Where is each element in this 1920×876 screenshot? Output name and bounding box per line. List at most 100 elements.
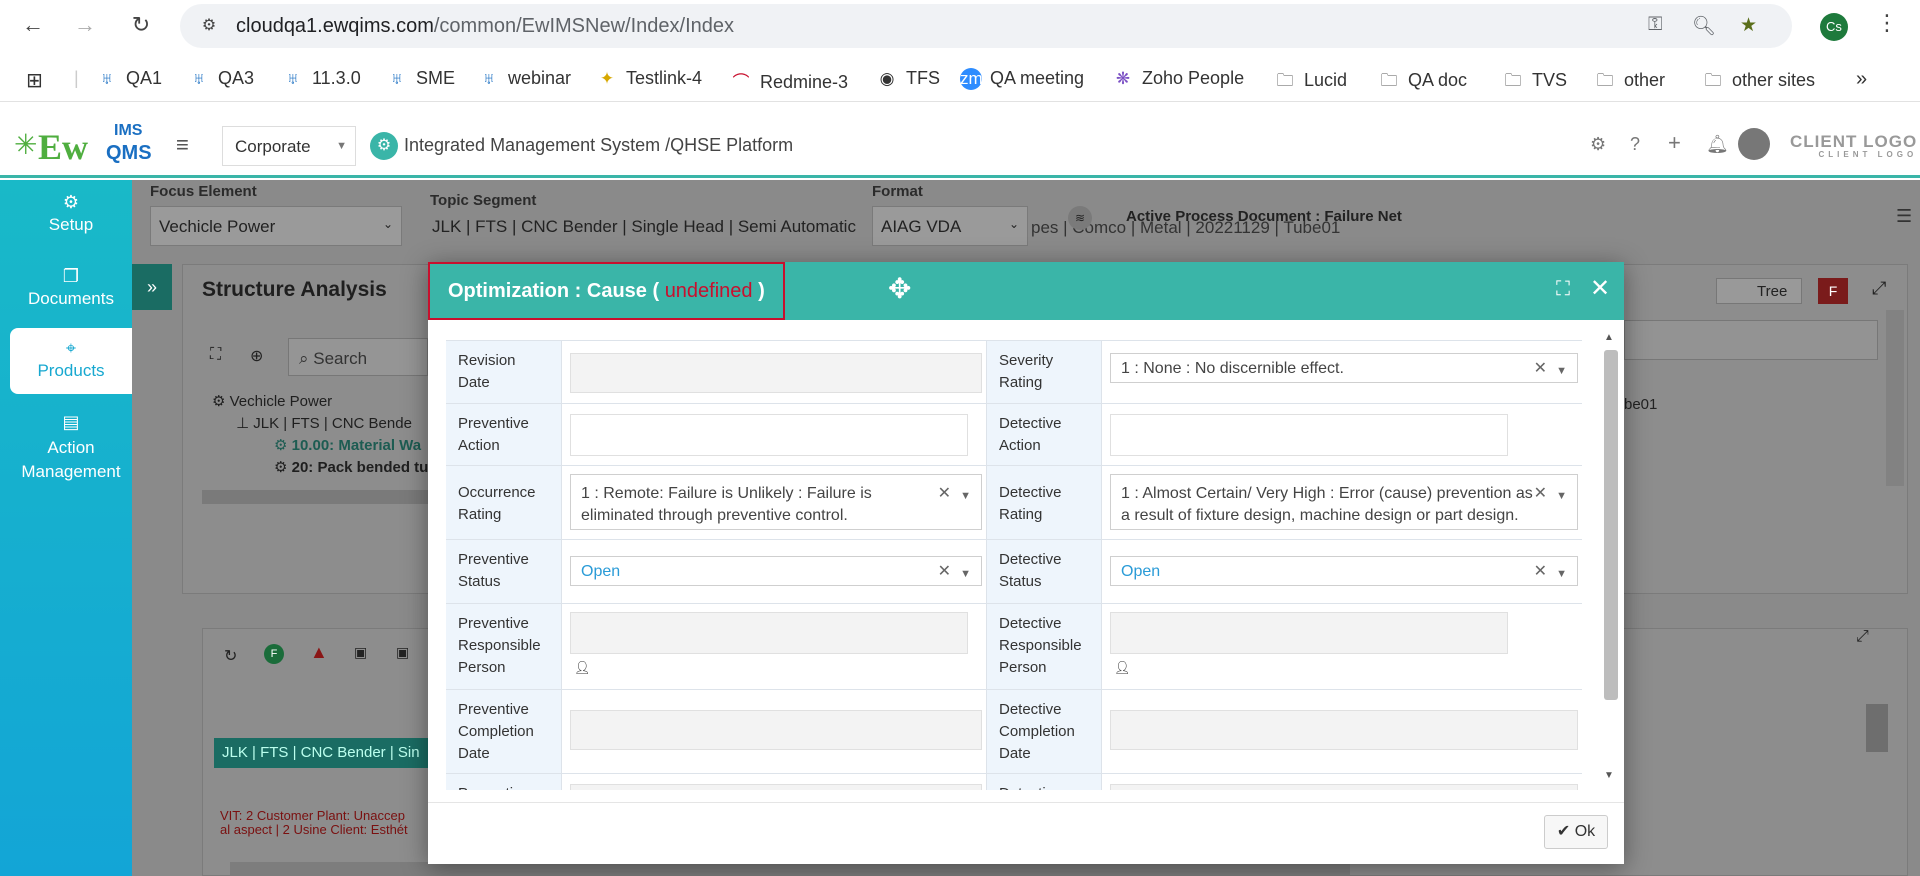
detective-rating-select[interactable]: 1 : Almost Certain/ Very High : Error (c… — [1110, 474, 1578, 530]
collapse-all-icon[interactable]: ⊕ — [250, 346, 263, 366]
refresh-icon[interactable]: ↻ — [224, 646, 237, 666]
bookmark-qa3[interactable]: ♅ QA3 — [188, 68, 254, 89]
bookmark-qa-meeting[interactable]: zm QA meeting — [960, 68, 1084, 90]
preventive-status-select[interactable]: Open ✕ ▼ — [570, 556, 982, 586]
focus-element-select[interactable]: Vechicle Power ⌄ — [150, 206, 402, 246]
bookmark-zoho[interactable]: ❋ Zoho People — [1112, 68, 1244, 89]
plus-icon[interactable]: + — [1668, 130, 1681, 156]
expand-all-icon[interactable]: ⛶ — [210, 346, 221, 364]
tree-toggle[interactable]: Tree — [1716, 278, 1802, 304]
bookmark-webinar[interactable]: ♅ webinar — [478, 68, 571, 89]
detective-action-input[interactable] — [1110, 414, 1508, 456]
detective-completion-input[interactable] — [1110, 710, 1578, 750]
more-bookmarks-icon[interactable]: » — [1856, 68, 1867, 91]
apps-grid-icon[interactable]: ⊞ — [26, 68, 43, 93]
star-icon[interactable]: ★ — [1740, 14, 1757, 37]
topic-segment-value[interactable]: JLK | FTS | CNC Bender | Single Head | S… — [432, 217, 856, 237]
bookmark-redmine[interactable]: ⌒ Redmine-3 — [730, 68, 849, 93]
client-logo-sub: CLIENT LOGO — [1818, 150, 1918, 159]
sidebar-item-products[interactable]: ⌖ Products — [10, 328, 132, 394]
clear-icon[interactable]: ✕ — [938, 483, 951, 505]
clear-icon[interactable]: ✕ — [938, 561, 951, 583]
maximize-icon[interactable]: ⛶ — [1556, 278, 1570, 301]
back-icon[interactable]: ← — [18, 10, 48, 40]
close-icon[interactable]: ✕ — [1590, 274, 1610, 303]
bell-icon[interactable]: 🔔︎ — [1706, 134, 1729, 155]
clear-icon[interactable]: ✕ — [1534, 358, 1547, 380]
hamburger-icon[interactable]: ≡ — [176, 132, 189, 158]
modal-header[interactable]: Optimization : Cause ( undefined ) ✥ ⛶ ✕ — [428, 262, 1624, 320]
preventive-next-input[interactable] — [570, 784, 982, 790]
detective-status-select[interactable]: Open ✕ ▼ — [1110, 556, 1578, 586]
revision-date-input[interactable] — [570, 353, 982, 393]
preventive-completion-input[interactable] — [570, 710, 982, 750]
move-icon[interactable]: ✥ — [888, 272, 911, 305]
scroll-up-icon[interactable]: ▲ — [1604, 332, 1614, 343]
key-icon[interactable]: ⚿ — [1648, 14, 1662, 36]
user-avatar[interactable] — [1738, 128, 1770, 160]
url-domain: cloudqa1.ewqims.com — [236, 15, 434, 37]
horizontal-scrollbar[interactable] — [202, 490, 442, 504]
format-select[interactable]: AIAG VDA ⌄ — [872, 206, 1028, 246]
bookmark-qa-doc[interactable]: 🗀 QA doc — [1378, 68, 1468, 97]
occurrence-rating-select[interactable]: 1 : Remote: Failure is Unlikely : Failur… — [570, 474, 982, 530]
bookmark-testlink[interactable]: ✦ Testlink-4 — [596, 68, 702, 89]
corporate-select[interactable]: Corporate ▼ — [222, 126, 356, 166]
sidebar-item-setup[interactable]: ⚙ Setup — [10, 188, 132, 248]
bookmark-other[interactable]: 🗀 other — [1594, 68, 1666, 97]
bookmark-tvs[interactable]: 🗀 TVS — [1502, 68, 1568, 97]
detective-responsible-input[interactable] — [1110, 612, 1508, 654]
clear-icon[interactable]: ✕ — [1534, 483, 1547, 505]
layers-icon[interactable]: ≋ — [1068, 206, 1092, 230]
profile-avatar[interactable]: Cs — [1820, 13, 1848, 41]
tree-node[interactable]: ⚙ Vechicle Power — [212, 392, 332, 410]
zoom-icon[interactable]: 🔍︎ — [1692, 14, 1716, 38]
failure-net-node[interactable]: JLK | FTS | CNC Bender | Sin — [214, 738, 434, 768]
gear-icon[interactable]: ⚙ — [1590, 134, 1606, 155]
bookmark-1130[interactable]: ♅ 11.3.0 — [282, 68, 361, 89]
clear-icon[interactable]: ✕ — [1534, 561, 1547, 583]
severity-rating-label: Severity Rating — [986, 341, 1102, 403]
expand-panel-icon[interactable]: » — [132, 264, 172, 310]
severity-rating-select[interactable]: 1 : None : No discernible effect. ✕ ▼ — [1110, 353, 1578, 383]
url-text[interactable]: cloudqa1.ewqims.com/common/EwIMSNew/Inde… — [236, 15, 734, 38]
tree-node[interactable]: ⊥ JLK | FTS | CNC Bende — [236, 414, 412, 432]
preventive-responsible-input[interactable] — [570, 612, 968, 654]
tree-node[interactable]: ⚙ 20: Pack bended tu — [274, 458, 428, 476]
lower-horizontal-scrollbar[interactable] — [230, 862, 1350, 876]
png-export-icon[interactable]: ▣ — [396, 644, 409, 661]
sidebar-item-action-management[interactable]: ▤ Action Management — [10, 406, 132, 486]
sidebar-item-documents[interactable]: ❐ Documents — [10, 262, 132, 322]
preventive-action-input[interactable] — [570, 414, 968, 456]
modal-scrollbar[interactable]: ▲ ▼ — [1600, 330, 1620, 802]
svg-export-icon[interactable]: ▣ — [354, 644, 367, 661]
ok-button[interactable]: ✔ Ok — [1544, 815, 1608, 849]
person-search-icon[interactable]: 👤︎ — [1114, 660, 1131, 676]
scroll-thumb[interactable] — [1604, 350, 1618, 700]
person-search-icon[interactable]: 👤︎ — [574, 660, 591, 676]
detective-next-input[interactable] — [1110, 784, 1578, 790]
chevron-down-icon: ⌄ — [382, 217, 393, 231]
address-bar[interactable]: ⚙ cloudqa1.ewqims.com/common/EwIMSNew/In… — [180, 4, 1792, 48]
scroll-down-icon[interactable]: ▼ — [1604, 770, 1614, 781]
forward-icon[interactable]: → — [70, 10, 100, 40]
reload-icon[interactable]: ↻ — [126, 10, 156, 40]
f-circle-icon[interactable]: F — [264, 644, 284, 664]
search-input[interactable]: ⌕ Search — [288, 338, 428, 376]
failure-badge[interactable]: F — [1818, 278, 1848, 304]
fullscreen-icon[interactable]: ⤢ — [1856, 628, 1869, 646]
site-info-icon[interactable]: ⚙ — [198, 16, 220, 38]
bookmark-sme[interactable]: ♅ SME — [386, 68, 455, 89]
bookmark-qa1[interactable]: ♅ QA1 — [96, 68, 162, 89]
warning-f-icon[interactable]: ▲ — [310, 642, 328, 663]
bookmark-tfs[interactable]: ◉ TFS — [876, 68, 940, 89]
sliders-icon[interactable]: ☰ — [1896, 206, 1912, 227]
right-scrollbar[interactable] — [1886, 310, 1904, 486]
bookmark-lucid[interactable]: 🗀 Lucid — [1274, 68, 1348, 97]
bookmark-other-sites[interactable]: 🗀 other sites — [1702, 68, 1816, 97]
tree-node-selected[interactable]: ⚙ 10.00: Material Wa — [274, 436, 421, 454]
help-icon[interactable]: ? — [1630, 134, 1640, 155]
lower-scrollbar-thumb[interactable] — [1866, 704, 1888, 752]
fullscreen-icon[interactable]: ⤢ — [1872, 278, 1886, 299]
menu-kebab-icon[interactable]: ⋮ — [1876, 10, 1898, 36]
